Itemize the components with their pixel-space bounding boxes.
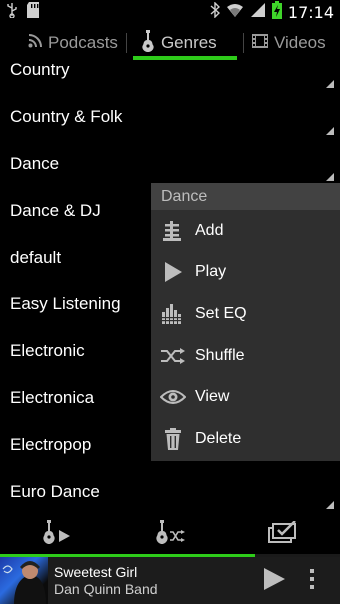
menu-item-shuffle[interactable]: Shuffle: [151, 335, 340, 377]
genre-label: Electronic: [10, 341, 85, 361]
shuffle-genre-button[interactable]: [140, 514, 200, 554]
menu-item-label: View: [195, 388, 230, 406]
now-playing-title: Sweetest Girl: [54, 563, 138, 580]
menu-item-label: Add: [195, 221, 224, 239]
usb-icon: [6, 2, 18, 23]
checklist-icon: [268, 519, 298, 548]
corner-indicator-icon: [326, 173, 334, 182]
now-playing-bar[interactable]: Sweetest Girl Dan Quinn Band: [0, 557, 340, 604]
genre-label: Easy Listening: [10, 294, 121, 314]
menu-item-set-eq[interactable]: Set EQ: [151, 293, 340, 335]
wifi-icon: [226, 2, 244, 23]
play-button[interactable]: [260, 567, 288, 596]
menu-item-add[interactable]: Add: [151, 210, 340, 252]
corner-indicator-icon: [326, 500, 334, 509]
genre-label: Country & Folk: [10, 107, 123, 127]
clock: 17:14: [287, 2, 334, 22]
select-items-button[interactable]: [253, 514, 313, 554]
equalizer-icon: [151, 303, 195, 324]
guitar-play-icon: [42, 519, 72, 549]
signal-icon: [250, 2, 266, 23]
play-icon: [151, 262, 195, 283]
menu-item-label: Delete: [195, 429, 242, 447]
list-item[interactable]: Country: [0, 47, 340, 94]
status-bar: 17:14: [0, 0, 340, 24]
corner-indicator-icon: [326, 79, 334, 88]
genre-label: default: [10, 247, 62, 267]
list-item[interactable]: Dance: [0, 141, 340, 188]
bluetooth-icon: [210, 0, 220, 23]
genre-label: Electronica: [10, 387, 95, 407]
list-item[interactable]: Euro Dance: [0, 468, 340, 515]
guitar-shuffle-icon: [155, 519, 185, 549]
play-genre-button[interactable]: [27, 514, 87, 554]
menu-item-label: Shuffle: [195, 346, 245, 364]
genre-label: Euro Dance: [10, 481, 100, 501]
play-icon: [262, 567, 286, 596]
more-vertical-icon: [309, 568, 315, 595]
add-to-queue-icon: [151, 220, 195, 241]
list-item[interactable]: Country & Folk: [0, 94, 340, 141]
genre-label: Electropop: [10, 434, 92, 454]
menu-item-view[interactable]: View: [151, 376, 340, 418]
menu-item-label: Set EQ: [195, 304, 247, 322]
album-art[interactable]: [0, 557, 48, 604]
menu-item-play[interactable]: Play: [151, 252, 340, 294]
context-menu: Dance Add Play Set EQ Shuffle View Delet…: [151, 183, 340, 461]
menu-item-delete[interactable]: Delete: [151, 418, 340, 460]
overflow-menu-button[interactable]: [306, 568, 318, 595]
eye-icon: [151, 389, 195, 405]
context-menu-title: Dance: [151, 183, 340, 210]
shuffle-icon: [151, 347, 195, 365]
sd-card-icon: [26, 1, 42, 24]
battery-icon: [271, 0, 282, 24]
genre-label: Dance & DJ: [10, 200, 101, 220]
genre-label: Dance: [10, 153, 60, 173]
menu-item-label: Play: [195, 263, 227, 281]
trash-icon: [151, 427, 195, 450]
corner-indicator-icon: [326, 126, 334, 135]
action-bar: [0, 514, 340, 554]
now-playing-artist: Dan Quinn Band: [54, 580, 158, 597]
genre-label: Country: [10, 60, 70, 80]
